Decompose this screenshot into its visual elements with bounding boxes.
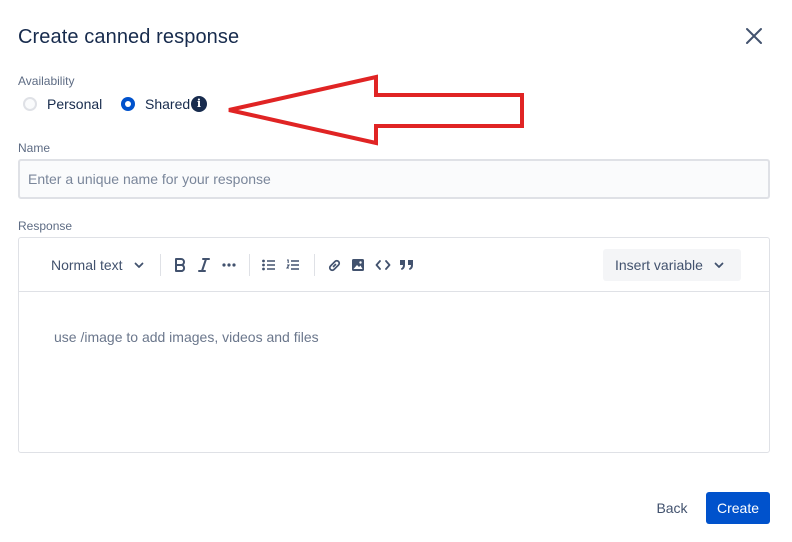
annotation-arrow — [228, 74, 524, 146]
toolbar-separator — [160, 254, 161, 276]
response-text-area[interactable]: use /image to add images, videos and fil… — [20, 293, 768, 451]
radio-shared[interactable]: Shared — [121, 94, 190, 114]
back-button[interactable]: Back — [646, 492, 698, 524]
info-icon[interactable]: i — [191, 96, 207, 112]
chevron-down-icon — [134, 262, 143, 268]
radio-shared-label: Shared — [145, 96, 191, 112]
insert-variable-dropdown[interactable]: Insert variable — [603, 249, 741, 281]
create-button[interactable]: Create — [706, 492, 770, 524]
bullet-list-button[interactable] — [259, 253, 279, 277]
text-style-label: Normal text — [51, 257, 123, 273]
chevron-down-icon — [714, 262, 724, 268]
quote-icon — [400, 260, 413, 270]
link-icon — [328, 259, 340, 271]
response-label: Response — [18, 219, 73, 233]
close-button[interactable] — [740, 24, 768, 50]
quote-button[interactable] — [397, 253, 417, 277]
italic-icon — [198, 258, 210, 272]
numbered-list-button[interactable] — [283, 253, 303, 277]
name-label: Name — [18, 141, 51, 155]
radio-shared-circle[interactable] — [121, 97, 135, 111]
bold-button[interactable] — [170, 253, 190, 277]
numbered-list-icon — [286, 259, 299, 270]
dialog-title: Create canned response — [18, 26, 240, 48]
more-formatting-icon — [222, 263, 236, 267]
image-icon — [352, 259, 364, 271]
bullet-list-icon — [262, 259, 275, 271]
toolbar-separator — [314, 254, 315, 276]
toolbar-separator — [249, 254, 250, 276]
insert-variable-label: Insert variable — [615, 257, 703, 273]
code-button[interactable] — [372, 253, 394, 277]
radio-personal-circle[interactable] — [23, 97, 37, 111]
response-editor: Normal text Insert variable use /image t… — [18, 237, 770, 453]
link-button[interactable] — [324, 253, 344, 277]
close-icon — [746, 28, 762, 44]
bold-icon — [175, 258, 186, 272]
italic-button[interactable] — [194, 253, 214, 277]
code-icon — [375, 260, 391, 270]
text-style-dropdown[interactable]: Normal text — [45, 253, 149, 277]
name-input[interactable] — [18, 159, 770, 199]
response-placeholder: use /image to add images, videos and fil… — [54, 329, 319, 345]
create-canned-response-dialog: Create canned response Availability Pers… — [0, 0, 792, 542]
radio-personal-label: Personal — [47, 96, 103, 112]
radio-personal[interactable]: Personal — [23, 94, 102, 114]
more-formatting-button[interactable] — [218, 253, 240, 277]
image-button[interactable] — [348, 253, 368, 277]
editor-toolbar: Normal text Insert variable — [19, 238, 769, 292]
availability-label: Availability — [18, 74, 75, 88]
